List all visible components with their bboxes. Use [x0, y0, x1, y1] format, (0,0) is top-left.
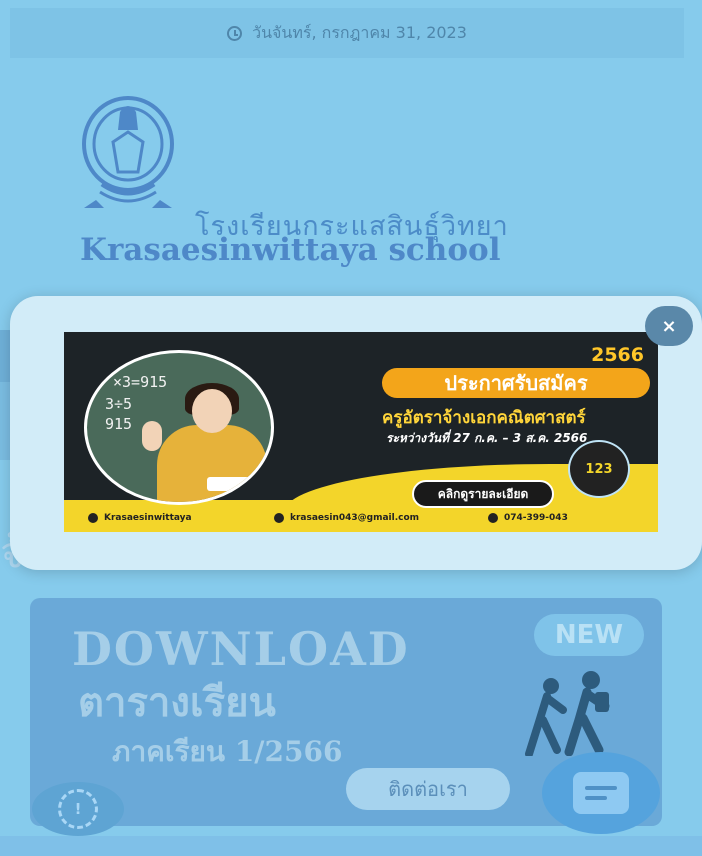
banner-date-range: ระหว่างวันที่ 27 ก.ค. – 3 ส.ค. 2566	[386, 431, 588, 445]
contact-email[interactable]: krasaesin043@gmail.com	[274, 513, 419, 523]
recruitment-banner[interactable]: ×3=915 3÷5 915 2566 ประกาศรับสมัคร ครูอั…	[64, 332, 658, 532]
board-line-1: ×3=915	[113, 373, 168, 391]
new-badge: NEW	[534, 614, 644, 656]
school-name-english: Krasaesinwittaya school	[80, 232, 501, 268]
chat-bubble-icon	[573, 772, 629, 814]
contact-us-label: ติดต่อเรา	[388, 777, 468, 801]
board-line-2: 3÷5	[105, 395, 133, 413]
history-button[interactable]: !	[32, 782, 124, 836]
promo-timetable-heading: ตารางเรียน	[78, 679, 276, 726]
contact-location-text: Krasaesinwittaya	[104, 513, 192, 523]
mail-icon	[274, 513, 284, 523]
timer-alert-icon: !	[58, 789, 98, 829]
contact-email-text: krasaesin043@gmail.com	[290, 513, 420, 523]
date-bar: วันจันทร์, กรกฎาคม 31, 2023	[10, 8, 684, 58]
banner-subtitle: ครูอัตราจ้างเอกคณิตศาสตร์	[382, 408, 586, 428]
banner-contacts: Krasaesinwittaya krasaesin043@gmail.com …	[64, 508, 658, 528]
teacher-photo: ×3=915 3÷5 915	[84, 350, 274, 505]
date-text: วันจันทร์, กรกฎาคม 31, 2023	[252, 22, 467, 42]
banner-title: ประกาศรับสมัคร	[382, 368, 650, 398]
board-line-3: 915	[105, 415, 133, 433]
details-button[interactable]: คลิกดูรายละเอียด	[412, 480, 554, 508]
students-walking-icon	[525, 671, 610, 756]
contact-phone-text: 074-399-043	[504, 513, 568, 523]
chat-button[interactable]	[542, 752, 660, 834]
teacher-hand	[142, 421, 162, 451]
location-icon	[88, 513, 98, 523]
promo-term-text: ภาคเรียน 1/2566	[112, 735, 343, 768]
bottom-strip	[0, 836, 702, 856]
contact-us-button[interactable]: ติดต่อเรา	[346, 768, 510, 810]
teacher-head	[192, 389, 232, 433]
contact-location: Krasaesinwittaya	[88, 513, 192, 523]
math-tools-icon: 123	[568, 440, 630, 498]
phone-icon	[488, 513, 498, 523]
teacher-book	[207, 477, 271, 491]
contact-phone[interactable]: 074-399-043	[488, 513, 568, 523]
close-popup-button[interactable]: ×	[645, 306, 693, 346]
teacher-figure	[157, 425, 267, 502]
clock-icon	[227, 25, 243, 41]
promo-download-heading: DOWNLOAD	[72, 622, 410, 676]
banner-year: 2566	[591, 344, 644, 366]
